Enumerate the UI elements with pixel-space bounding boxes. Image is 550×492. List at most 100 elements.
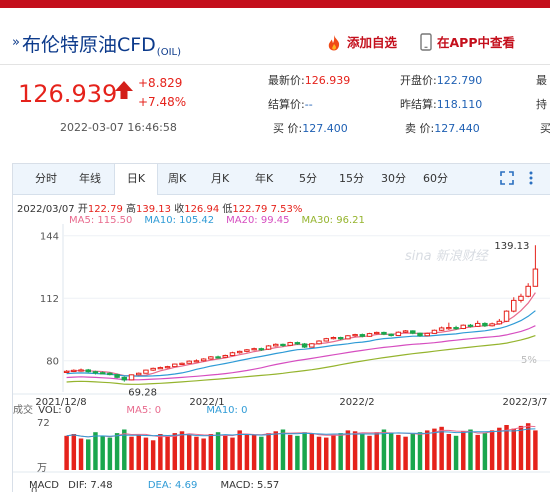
volume-bar xyxy=(158,434,163,470)
percent-scale-label: 5% xyxy=(521,355,537,366)
candle-body xyxy=(482,322,488,327)
candle-body xyxy=(518,295,524,301)
chart-panel: 分时 年线 日K 周K 月K 年K 5分 15分 30分 60分 2022/03… xyxy=(12,163,550,492)
volume-bar xyxy=(489,430,495,470)
open-in-app-label: 在APP中查看 xyxy=(437,35,515,50)
candle-body xyxy=(63,370,70,373)
candle-body xyxy=(99,372,106,375)
cut-field-label: 买 xyxy=(540,122,550,135)
candle-body xyxy=(229,352,236,356)
kline-chart[interactable]: 144 112 80 sina 新浪财经 139.13 69.28 5% 2021/12/8 2… xyxy=(13,164,550,492)
volume-bar xyxy=(280,429,286,470)
volume-bar xyxy=(518,425,524,470)
volume-bar xyxy=(360,434,365,470)
volume-bar xyxy=(93,432,98,470)
volume-bar xyxy=(475,434,480,470)
price-tick-label: 80 xyxy=(46,357,59,368)
date-axis-label: 2021/12/8 xyxy=(35,397,86,408)
candle-body xyxy=(366,333,373,337)
volume-bar xyxy=(129,436,134,470)
volume-bar xyxy=(367,435,372,470)
candle-body xyxy=(157,367,164,370)
volume-bar xyxy=(208,434,214,470)
volume-bar xyxy=(266,433,271,470)
candle-body xyxy=(150,367,156,371)
volume-bar xyxy=(533,430,538,470)
candle-body xyxy=(193,360,200,363)
candle-body xyxy=(71,369,77,373)
candle-body xyxy=(114,374,120,378)
candle-body xyxy=(128,374,135,381)
candle-body xyxy=(208,356,214,360)
prev-settle-field: 昨结算:118.110 xyxy=(400,98,483,111)
candle-body xyxy=(352,334,358,337)
volume-bar xyxy=(295,435,300,470)
volume-bar xyxy=(194,436,199,470)
candle-body xyxy=(337,336,344,340)
volume-bar xyxy=(86,439,91,470)
volume-bar xyxy=(439,426,444,470)
candle-body xyxy=(446,327,452,330)
volume-bar xyxy=(338,433,343,470)
title-prefix: » xyxy=(12,35,20,50)
volume-bar xyxy=(374,432,379,470)
candle-body xyxy=(244,349,250,352)
instrument-code: (OIL) xyxy=(156,47,181,58)
candle-body xyxy=(410,330,416,334)
volume-bar xyxy=(215,432,221,470)
candle-body xyxy=(236,350,243,354)
candle-body xyxy=(388,333,394,337)
candle-body xyxy=(273,343,279,347)
volume-bar xyxy=(150,440,156,470)
candle-body xyxy=(186,360,192,364)
candle-body xyxy=(489,323,495,327)
candle-body xyxy=(467,324,474,327)
candle-body xyxy=(460,324,467,330)
price-change: +8.829 xyxy=(138,76,183,90)
volume-bar xyxy=(345,430,351,470)
high-price-label: 139.13 xyxy=(494,241,529,252)
volume-bar xyxy=(302,432,307,470)
add-watchlist-button[interactable]: 添加自选 xyxy=(326,32,397,51)
title-row: » 布伦特原油CFD(OIL) 添加自选 在APP中查看 xyxy=(0,8,550,65)
volume-bar xyxy=(273,431,278,470)
candle-body xyxy=(503,310,510,322)
open-price-field: 开盘价:122.790 xyxy=(400,74,483,87)
price-tick-label: 144 xyxy=(40,232,59,243)
volume-bar xyxy=(446,434,452,470)
instrument-name: 布伦特原油CFD xyxy=(21,34,156,56)
candle-body xyxy=(453,327,459,330)
volume-bar xyxy=(230,437,235,470)
volume-bar xyxy=(165,435,170,470)
volume-bar xyxy=(114,433,120,470)
volume-bar xyxy=(223,435,228,470)
open-in-app-button[interactable]: 在APP中查看 xyxy=(420,32,515,51)
volume-bar xyxy=(64,435,69,470)
candle-body xyxy=(164,366,171,369)
candle-body xyxy=(330,336,337,340)
volume-bar xyxy=(410,434,416,470)
volume-bar xyxy=(179,431,185,470)
volume-bar xyxy=(497,427,502,470)
candle-body xyxy=(402,330,409,333)
candle-body xyxy=(431,329,438,334)
candle-body xyxy=(309,343,315,348)
volume-bar xyxy=(244,434,250,470)
volume-bar xyxy=(71,434,77,470)
date-axis-label: 2022/1 xyxy=(189,397,224,408)
candle-body xyxy=(424,332,430,337)
candle-body xyxy=(395,331,402,337)
quote-timestamp: 2022-03-07 16:46:58 xyxy=(60,121,177,134)
volume-bar xyxy=(388,433,394,470)
latest-price-value: 126.939 xyxy=(304,74,351,87)
volume-bar xyxy=(453,435,459,470)
candle-body xyxy=(135,372,142,376)
add-watchlist-label: 添加自选 xyxy=(347,35,398,50)
candle-body xyxy=(323,338,329,342)
candle-body xyxy=(258,348,265,351)
candle-body xyxy=(179,362,185,365)
price-tick-label: 112 xyxy=(40,294,59,305)
volume-bar xyxy=(482,433,488,470)
ma10-line xyxy=(66,310,536,377)
date-axis-label: 2022/2 xyxy=(339,397,374,408)
